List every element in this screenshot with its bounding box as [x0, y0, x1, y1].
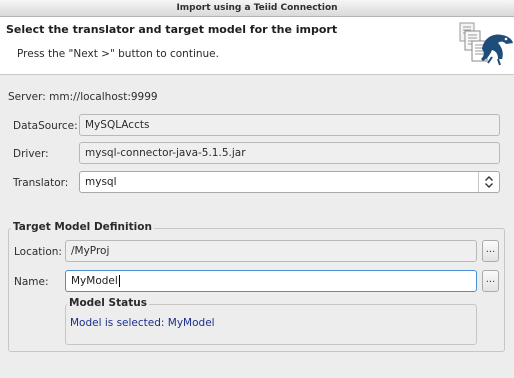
wizard-header-description: Press the "Next >" button to continue. [17, 48, 219, 60]
model-status-message: Model is selected: MyModel [70, 317, 215, 329]
translator-selected-value: mysql [85, 176, 117, 188]
translator-label: Translator: [13, 177, 69, 189]
location-field: /MyProj [65, 240, 477, 262]
import-documents-teiid-icon [459, 22, 513, 66]
name-label: Name: [14, 276, 49, 288]
server-label: Server: mm://localhost:9999 [8, 91, 158, 103]
model-name-value: MyModel [71, 275, 118, 287]
model-name-input[interactable]: MyModel [65, 270, 477, 292]
location-browse-button[interactable]: ... [482, 240, 499, 262]
name-browse-button[interactable]: ... [482, 270, 499, 292]
driver-field: mysql-connector-java-5.1.5.jar [79, 142, 500, 164]
datasource-label: DataSource: [13, 120, 78, 132]
wizard-header-title: Select the translator and target model f… [6, 23, 338, 36]
up-down-chevron-icon [478, 172, 499, 192]
wizard-header: Select the translator and target model f… [0, 17, 514, 75]
model-status-group-title: Model Status [67, 297, 149, 309]
datasource-field: MySQLAccts [79, 114, 500, 136]
driver-label: Driver: [13, 148, 49, 160]
translator-select[interactable]: mysql [79, 171, 500, 193]
location-label: Location: [14, 246, 62, 258]
window-title: Import using a Teiid Connection [0, 0, 514, 17]
text-caret [118, 275, 120, 287]
target-model-group-title: Target Model Definition [11, 221, 154, 233]
